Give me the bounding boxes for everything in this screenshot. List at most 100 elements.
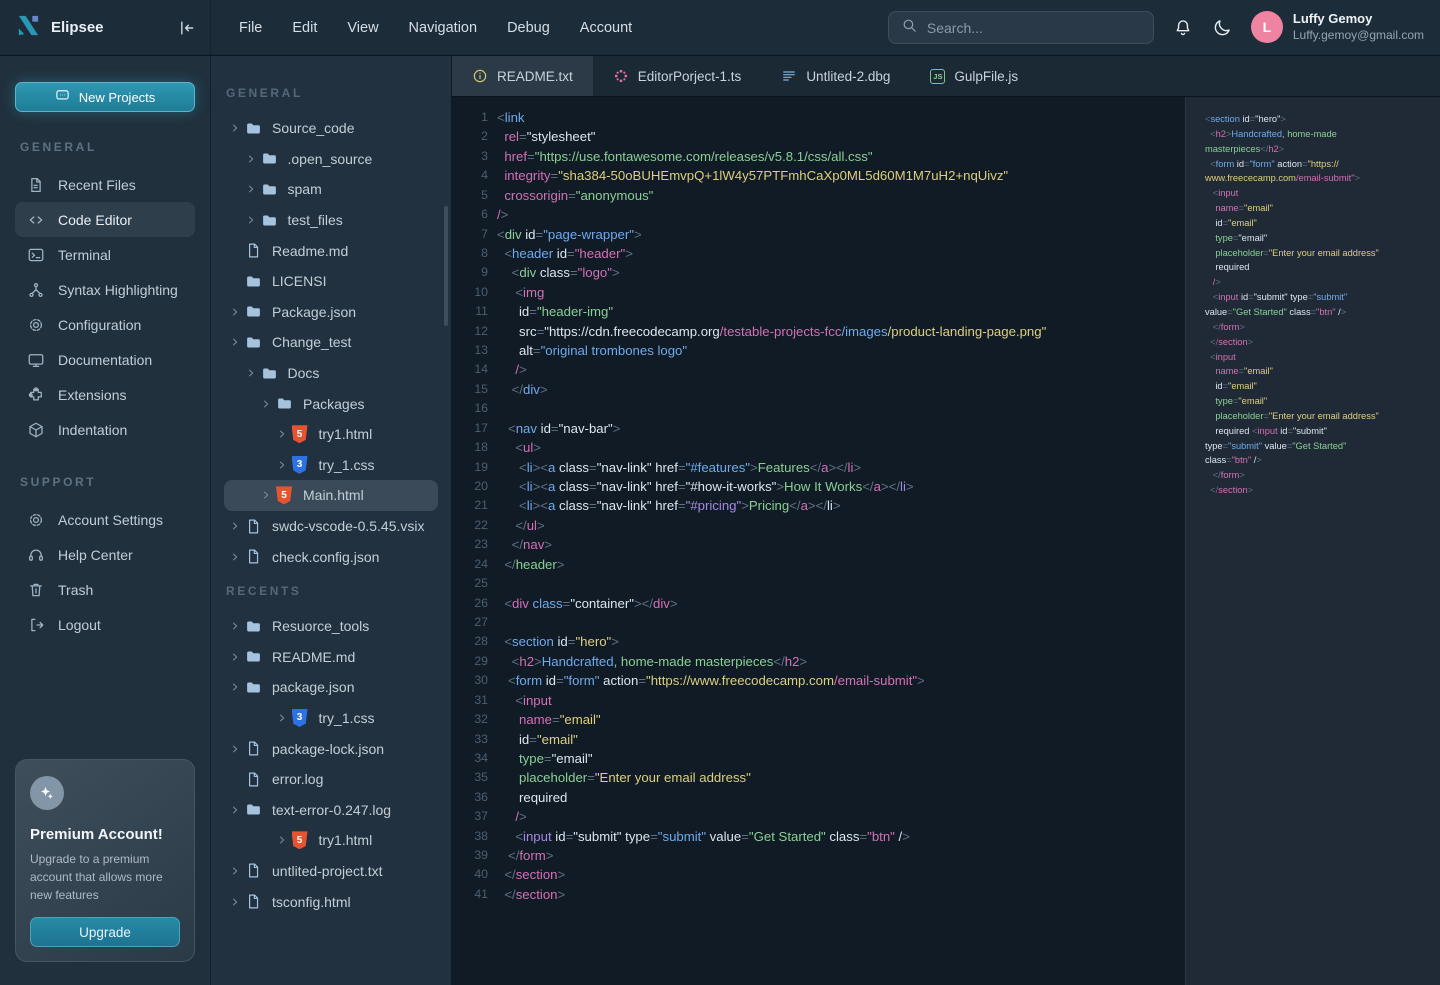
chevron-right-icon[interactable] (230, 897, 245, 907)
tree-item-swdc-vscode-0.5.45.vsix[interactable]: swdc-vscode-0.5.45.vsix (224, 511, 438, 542)
sidebar-item-extensions[interactable]: Extensions (15, 377, 195, 412)
tree-item-readme.md[interactable]: README.md (224, 642, 438, 673)
chevron-right-icon[interactable] (230, 621, 245, 631)
minimap-line: <section id="hero"> (1205, 112, 1432, 127)
collapse-sidebar-button[interactable] (176, 18, 196, 38)
menu-item-navigation[interactable]: Navigation (409, 20, 478, 36)
tree-item-tsconfig.html[interactable]: tsconfig.html (224, 886, 438, 917)
tab-untlited-2.dbg[interactable]: Untlited-2.dbg (761, 56, 910, 96)
search-box[interactable] (888, 11, 1154, 44)
chevron-right-icon[interactable] (230, 682, 245, 692)
line-number: 20 (462, 477, 488, 496)
tab-editorporject-1.ts[interactable]: EditorPorject-1.ts (593, 56, 762, 96)
dark-mode-moon-icon[interactable] (1212, 18, 1232, 38)
code-line: 29 <h2>Handcrafted, home-made masterpiec… (462, 652, 1185, 671)
chevron-right-icon[interactable] (277, 713, 292, 723)
chevron-right-icon[interactable] (261, 490, 276, 500)
tree-item-source_code[interactable]: Source_code (224, 113, 438, 144)
file-tree-scrollbar[interactable] (444, 206, 448, 326)
tab-gulpfile.js[interactable]: JSGulpFile.js (910, 56, 1038, 96)
code-text: <div class="container"></div> (497, 594, 678, 613)
sidebar-item-trash[interactable]: Trash (15, 572, 195, 607)
upgrade-button[interactable]: Upgrade (30, 917, 180, 947)
sidebar-item-indentation[interactable]: Indentation (15, 412, 195, 447)
chevron-right-icon[interactable] (230, 307, 245, 317)
tree-item-package.json[interactable]: package.json (224, 672, 438, 703)
chevron-right-icon[interactable] (246, 184, 261, 194)
menu-item-account[interactable]: Account (580, 20, 632, 36)
tree-item-try1.html[interactable]: 5try1.html (224, 825, 438, 856)
sidebar-item-code-editor[interactable]: Code Editor (15, 202, 195, 237)
sidebar-item-logout[interactable]: Logout (15, 607, 195, 642)
menu-item-file[interactable]: File (239, 20, 262, 36)
notifications-bell-icon[interactable] (1173, 18, 1193, 38)
sidebar-item-configuration[interactable]: Configuration (15, 307, 195, 342)
chevron-right-icon[interactable] (246, 368, 261, 378)
tree-item-text-error-0.247.log[interactable]: text-error-0.247.log (224, 794, 438, 825)
chevron-right-icon[interactable] (261, 399, 276, 409)
chat-square-icon (55, 88, 70, 106)
user-account[interactable]: L Luffy Gemoy Luffy.gemoy@gmail.com (1251, 11, 1424, 43)
topbar: Elipsee FileEditViewNavigationDebugAccou… (0, 0, 1440, 56)
tree-item-change_test[interactable]: Change_test (224, 327, 438, 358)
menu-item-debug[interactable]: Debug (507, 20, 550, 36)
line-number: 8 (462, 244, 488, 263)
line-number: 4 (462, 166, 488, 185)
line-number: 28 (462, 632, 488, 651)
chevron-right-icon[interactable] (230, 866, 245, 876)
file-icon (245, 862, 262, 879)
code-line: 22 </ul> (462, 516, 1185, 535)
chevron-right-icon[interactable] (277, 429, 292, 439)
sidebar-item-help-center[interactable]: Help Center (15, 537, 195, 572)
chevron-right-icon[interactable] (277, 460, 292, 470)
chevron-right-icon[interactable] (230, 337, 245, 347)
avatar[interactable]: L (1251, 11, 1283, 43)
chevron-right-icon[interactable] (230, 552, 245, 562)
tree-item-spam[interactable]: spam (224, 174, 438, 205)
tree-item-packages[interactable]: Packages (224, 388, 438, 419)
sidebar-item-account-settings[interactable]: Account Settings (15, 502, 195, 537)
tree-item-check.config.json[interactable]: check.config.json (224, 541, 438, 572)
menu-item-edit[interactable]: Edit (292, 20, 317, 36)
chevron-right-icon[interactable] (246, 215, 261, 225)
sidebar-item-recent-files[interactable]: Recent Files (15, 167, 195, 202)
sidebar-item-label: Code Editor (58, 212, 132, 228)
chevron-right-icon[interactable] (230, 744, 245, 754)
minimap[interactable]: <section id="hero"> <h2>Handcrafted, hom… (1185, 97, 1440, 985)
code-line: 25 (462, 574, 1185, 593)
sidebar-item-documentation[interactable]: Documentation (15, 342, 195, 377)
tree-item-package.json[interactable]: Package.json (224, 297, 438, 328)
tree-item-licensi[interactable]: LICENSI (224, 266, 438, 297)
tree-item-try_1.css[interactable]: 3try_1.css (224, 450, 438, 481)
chevron-right-icon[interactable] (230, 521, 245, 531)
chevron-right-icon[interactable] (277, 835, 292, 845)
sidebar-item-syntax-highlighting[interactable]: Syntax Highlighting (15, 272, 195, 307)
tree-item-try1.html[interactable]: 5try1.html (224, 419, 438, 450)
new-projects-button[interactable]: New Projects (15, 82, 195, 112)
minimap-line: required <input id="submit" (1205, 424, 1432, 439)
tree-item-package-lock.json[interactable]: package-lock.json (224, 733, 438, 764)
tree-item-resuorce_tools[interactable]: Resuorce_tools (224, 611, 438, 642)
search-input[interactable] (927, 20, 1141, 36)
sidebar-item-label: Syntax Highlighting (58, 282, 178, 298)
code-line: 27 (462, 613, 1185, 632)
tree-item-docs[interactable]: Docs (224, 358, 438, 389)
chevron-right-icon[interactable] (230, 805, 245, 815)
chevron-right-icon[interactable] (230, 123, 245, 133)
tree-item-readme.md[interactable]: Readme.md (224, 235, 438, 266)
chevron-right-icon[interactable] (246, 154, 261, 164)
sidebar-item-terminal[interactable]: Terminal (15, 237, 195, 272)
code-editor[interactable]: 1<link2 rel="stylesheet"3 href="https://… (452, 97, 1185, 985)
tree-item-main.html[interactable]: 5Main.html (224, 480, 438, 511)
tree-item-label: swdc-vscode-0.5.45.vsix (272, 518, 425, 534)
tree-item-error.log[interactable]: error.log (224, 764, 438, 795)
tab-readme.txt[interactable]: README.txt (452, 56, 593, 96)
tree-item-.open_source[interactable]: .open_source (224, 144, 438, 175)
chevron-right-icon[interactable] (230, 652, 245, 662)
tree-item-test_files[interactable]: test_files (224, 205, 438, 236)
tree-item-untlited-project.txt[interactable]: untlited-project.txt (224, 856, 438, 887)
tree-item-try_1.css[interactable]: 3try_1.css (224, 703, 438, 734)
tree-item-label: tsconfig.html (272, 894, 351, 910)
line-number: 24 (462, 555, 488, 574)
menu-item-view[interactable]: View (347, 20, 378, 36)
